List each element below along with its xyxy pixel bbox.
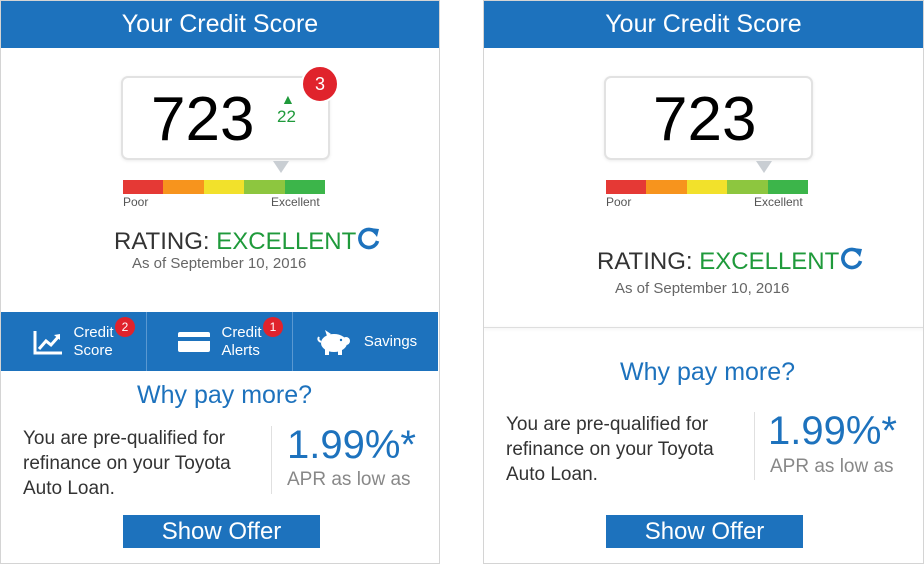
scale-low-label: Poor [606,195,632,209]
as-of-date: As of September 10, 2016 [132,255,307,272]
apr-caption: APR as low as [287,469,411,490]
score-change-up-icon: ▲ [281,91,295,107]
show-offer-button[interactable]: Show Offer [123,515,320,548]
scale-low-label: Poor [123,195,149,209]
piggy-bank-icon [317,329,350,355]
scale-high-label: Excellent [754,195,803,209]
credit-card-icon [178,331,211,352]
notification-badge[interactable]: 3 [301,65,339,103]
apr-rate: 1.99%* [287,423,416,467]
score-scale-bar [606,180,809,194]
tab-label-line2: Score [73,341,113,359]
apr-rate: 1.99%* [768,409,897,453]
credit-score-card: Your Credit Score 723 Poor Excellent RAT… [483,0,924,564]
rating-label: RATING: [597,248,693,275]
prequalified-text: You are pre-qualified for refinance on y… [23,428,231,499]
tab-bar: Credit Score 2 Credit Alerts 1 Savings [1,312,438,371]
refresh-icon[interactable] [839,245,865,271]
tab-badge: 1 [263,317,283,337]
section-divider [484,327,923,328]
tab-label-line2: Alerts [221,341,260,359]
rating: RATING: EXCELLENT [597,248,839,276]
scale-high-label: Excellent [271,195,320,209]
card-header-title: Your Credit Score [1,1,439,48]
tab-credit-alerts[interactable]: Credit Alerts 1 [147,312,293,371]
rating-value: EXCELLENT [699,248,840,275]
as-of-date: As of September 10, 2016 [615,280,790,297]
tab-label-line1: Credit [221,323,262,341]
score-scale-bar [123,180,326,194]
score-change-value: 22 [277,107,296,126]
rating: RATING: EXCELLENT [114,228,356,256]
tab-credit-score[interactable]: Credit Score 2 [1,312,147,371]
credit-score-value: 723 [653,85,757,154]
divider [754,412,755,480]
score-pointer [756,161,772,173]
divider [271,426,272,494]
rating-value: EXCELLENT [216,228,357,255]
why-pay-more-heading: Why pay more? [137,381,313,409]
refresh-icon[interactable] [356,225,382,251]
credit-score-card-with-tabs: Your Credit Score 723 ▲ 22 3 Poor Excell… [0,0,440,564]
show-offer-button[interactable]: Show Offer [606,515,803,548]
card-header-title: Your Credit Score [484,1,923,48]
tab-badge: 2 [115,317,135,337]
apr-caption: APR as low as [770,456,894,477]
why-pay-more-heading: Why pay more? [620,358,796,386]
tab-savings[interactable]: Savings [293,312,438,371]
rating-label: RATING: [114,228,210,255]
score-pointer [273,161,289,173]
tab-label-line1: Savings [363,332,418,350]
credit-score-value: 723 [151,85,255,154]
tab-label-line1: Credit [73,323,114,341]
prequalified-text: You are pre-qualified for refinance on y… [506,414,714,485]
trend-chart-icon [33,330,63,354]
